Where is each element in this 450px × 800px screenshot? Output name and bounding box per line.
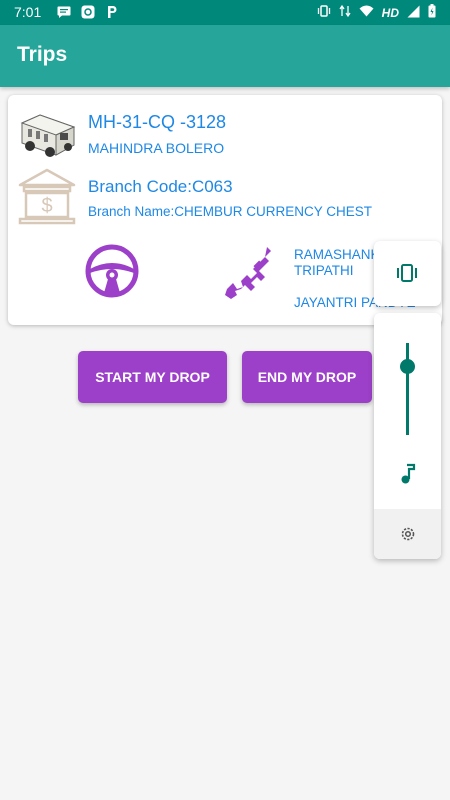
bank-icon: $	[18, 168, 76, 225]
svg-text:$: $	[41, 195, 52, 217]
settings-icon	[401, 527, 415, 541]
volume-settings-button[interactable]	[374, 509, 441, 559]
signal-icon	[407, 5, 420, 21]
vehicle-number: MH-31-CQ -3128	[88, 112, 227, 132]
status-time: 7:01	[14, 4, 42, 20]
rifle-icon	[225, 247, 271, 299]
start-drop-button[interactable]: START MY DROP	[78, 351, 227, 403]
end-drop-button[interactable]: END MY DROP	[242, 351, 372, 403]
data-arrows-icon	[339, 4, 351, 21]
music-note-icon	[401, 463, 416, 484]
branch-name: Branch Name:CHEMBUR CURRENCY CHEST	[88, 204, 373, 219]
vibrate-icon	[317, 4, 331, 21]
steering-wheel-icon	[85, 244, 139, 298]
ringer-mode-toggle[interactable]	[374, 241, 441, 306]
vehicle-model: MAHINDRA BOLERO	[88, 140, 225, 156]
wifi-icon	[359, 5, 374, 20]
vibrate-icon	[397, 264, 417, 282]
battery-charging-icon	[428, 4, 436, 21]
volume-slider-thumb[interactable]	[400, 359, 415, 375]
app-icon	[80, 5, 96, 19]
page-title: Trips	[17, 43, 68, 66]
p-icon	[104, 5, 120, 19]
branch-code: Branch Code:C063	[88, 177, 233, 196]
status-bar: 7:01 HD	[0, 0, 450, 25]
app-bar: Trips	[0, 25, 450, 87]
armored-van-icon	[20, 114, 76, 157]
volume-panel	[374, 313, 441, 559]
volume-slider-track[interactable]	[406, 343, 409, 435]
guard-one-name: RAMASHANKAR TRIPATHI	[294, 247, 399, 278]
hd-label: HD	[381, 5, 399, 20]
message-icon	[56, 5, 72, 19]
